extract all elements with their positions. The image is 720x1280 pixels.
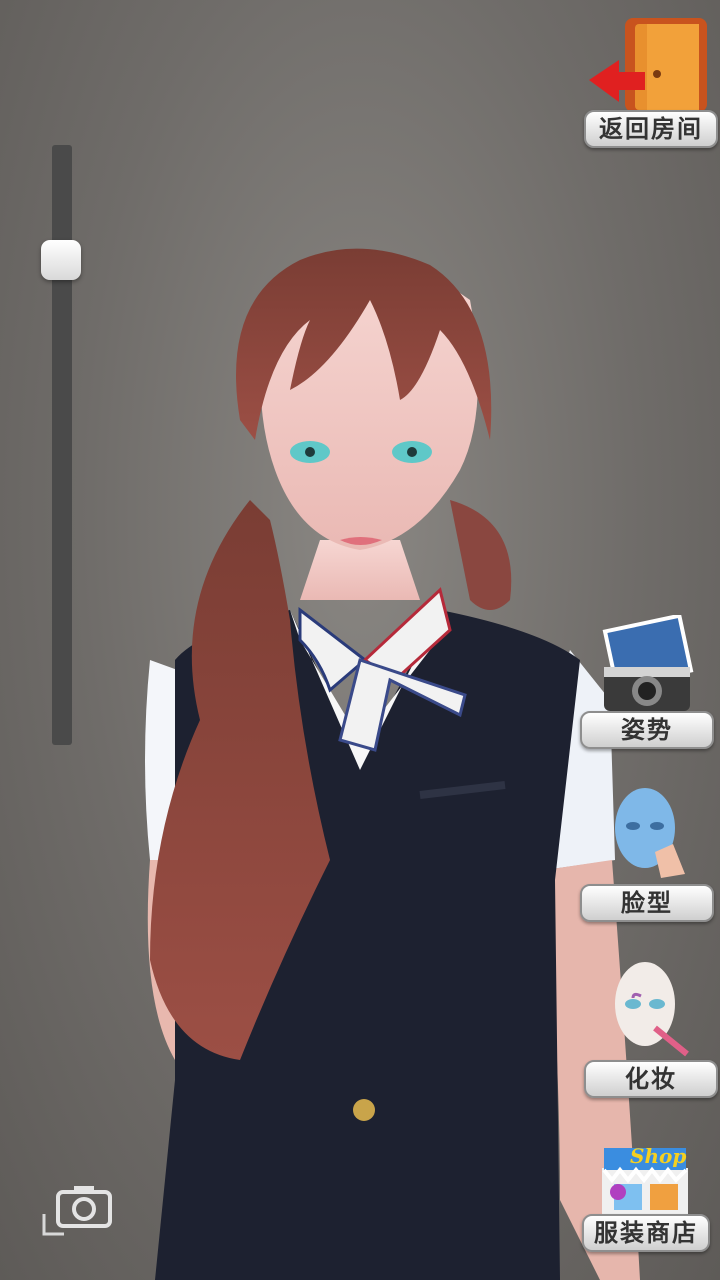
shop-sign: Shop <box>630 1144 687 1168</box>
face-head-icon <box>615 788 685 878</box>
face-shape-label: 脸型 <box>580 884 714 922</box>
face-shape-button[interactable]: 脸型 <box>580 782 714 922</box>
pose-button[interactable]: 姿势 <box>580 615 714 749</box>
screenshot-camera-icon[interactable] <box>40 1178 120 1238</box>
zoom-slider-thumb[interactable] <box>41 240 81 281</box>
clothing-shop-button[interactable]: Shop 服装商店 <box>580 1138 710 1252</box>
exit-door-icon <box>588 18 707 112</box>
camera-photo-icon <box>602 615 694 711</box>
clothing-shop-label: 服装商店 <box>582 1214 710 1252</box>
makeup-brush-icon <box>615 962 689 1057</box>
makeup-button[interactable]: 化妆 <box>580 958 718 1098</box>
zoom-slider-track[interactable] <box>52 145 72 745</box>
pose-label: 姿势 <box>580 711 714 749</box>
makeup-label: 化妆 <box>584 1060 718 1098</box>
back-to-room-label: 返回房间 <box>584 110 718 148</box>
back-to-room-button[interactable]: 返回房间 <box>582 14 718 148</box>
